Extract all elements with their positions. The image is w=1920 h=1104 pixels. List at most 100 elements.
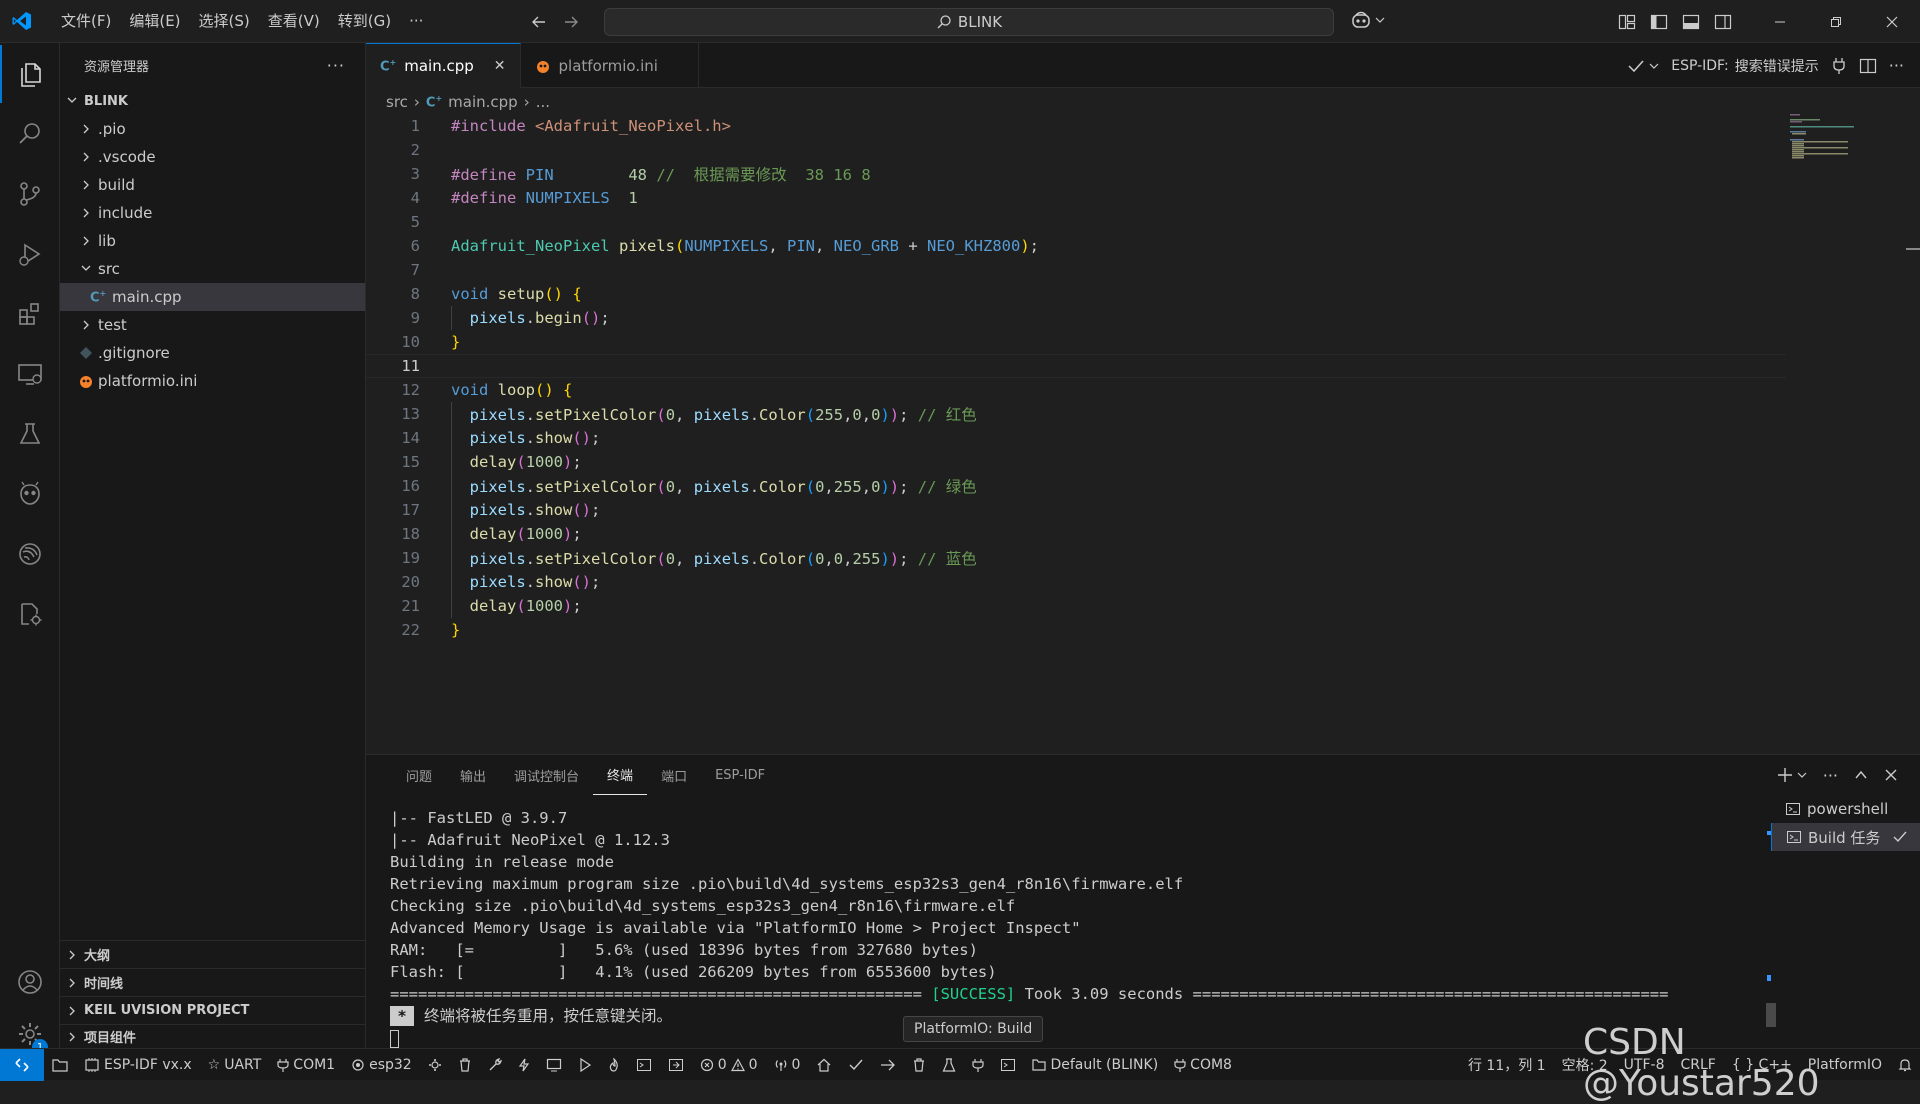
section-timeline[interactable]: 时间线 bbox=[60, 968, 365, 996]
tree-folder-vscode[interactable]: .vscode bbox=[60, 143, 365, 171]
sdk-config-button[interactable] bbox=[420, 1058, 450, 1072]
forwarded-ports[interactable]: 0 bbox=[766, 1057, 809, 1073]
debug-button[interactable] bbox=[570, 1057, 600, 1072]
toggle-panel-icon[interactable] bbox=[1682, 13, 1700, 31]
tree-file-gitignore[interactable]: .gitignore bbox=[60, 339, 365, 367]
build-flash-monitor-button[interactable] bbox=[600, 1057, 628, 1072]
close-window-button[interactable] bbox=[1864, 0, 1920, 43]
tree-folder-build[interactable]: build bbox=[60, 171, 365, 199]
full-clean-button[interactable] bbox=[450, 1057, 480, 1072]
panel-tab-output[interactable]: 输出 bbox=[446, 755, 500, 795]
section-project-components[interactable]: 项目组件 bbox=[60, 1024, 365, 1048]
platformio-terminal-button[interactable] bbox=[992, 1058, 1024, 1072]
remote-explorer-activity[interactable] bbox=[0, 345, 60, 403]
run-debug-activity[interactable] bbox=[0, 225, 60, 283]
terminal-item-build-task[interactable]: Build 任务 bbox=[1771, 823, 1920, 851]
terminal-output[interactable]: |-- FastLED @ 3.9.7 |-- Adafruit NeoPixe… bbox=[390, 807, 1920, 1049]
menu-selection[interactable]: 选择(S) bbox=[190, 0, 259, 43]
platformio-test-button[interactable] bbox=[934, 1057, 964, 1072]
customize-layout-icon[interactable] bbox=[1618, 13, 1636, 31]
com1-selector[interactable]: COM1 bbox=[269, 1057, 343, 1073]
espressif-activity[interactable] bbox=[0, 525, 60, 583]
menu-view[interactable]: 查看(V) bbox=[259, 0, 329, 43]
plug-icon[interactable] bbox=[1831, 57, 1847, 75]
panel-tab-debug-console[interactable]: 调试控制台 bbox=[500, 755, 593, 795]
toggle-secondary-sidebar-icon[interactable] bbox=[1714, 13, 1732, 31]
explorer-more-icon[interactable]: ··· bbox=[327, 56, 345, 75]
source-control-activity[interactable] bbox=[0, 165, 60, 223]
accounts-activity[interactable] bbox=[0, 953, 60, 1011]
command-center-search[interactable]: BLINK bbox=[604, 8, 1334, 36]
menu-edit[interactable]: 编辑(E) bbox=[120, 0, 189, 43]
chevron-down-icon[interactable] bbox=[1649, 61, 1659, 71]
panel-tab-problems[interactable]: 问题 bbox=[392, 755, 446, 795]
target-selector[interactable]: esp32 bbox=[343, 1057, 420, 1073]
project-environment-selector[interactable]: Default (BLINK) bbox=[1024, 1057, 1166, 1073]
checkmark-icon[interactable] bbox=[1627, 59, 1645, 73]
forward-arrow-icon[interactable] bbox=[562, 13, 580, 31]
minimap[interactable] bbox=[1790, 114, 1854, 164]
menu-goto[interactable]: 转到(G) bbox=[329, 0, 400, 43]
panel-tab-terminal[interactable]: 终端 bbox=[593, 755, 648, 795]
chevron-down-icon[interactable] bbox=[1797, 770, 1807, 780]
build-button[interactable] bbox=[480, 1057, 510, 1072]
split-editor-icon[interactable] bbox=[1859, 57, 1877, 75]
platformio-build-button[interactable] bbox=[840, 1058, 872, 1072]
platformio-serial-monitor-button[interactable] bbox=[964, 1058, 992, 1072]
token: void bbox=[451, 285, 489, 303]
tab-close-icon[interactable]: ✕ bbox=[494, 58, 506, 74]
com8-selector[interactable]: COM8 bbox=[1166, 1057, 1240, 1073]
panel-tab-esp-idf[interactable]: ESP-IDF bbox=[701, 755, 779, 795]
maximize-panel-icon[interactable] bbox=[1854, 768, 1868, 782]
minimize-button[interactable] bbox=[1752, 0, 1808, 43]
panel-more-icon[interactable]: ··· bbox=[1823, 766, 1838, 785]
search-activity[interactable] bbox=[0, 105, 60, 163]
uart-selector[interactable]: ☆ UART bbox=[200, 1057, 270, 1073]
flash-button[interactable] bbox=[510, 1058, 538, 1072]
breadcrumb-main-cpp[interactable]: main.cpp bbox=[448, 93, 518, 111]
tab-main-cpp[interactable]: C+ main.cpp ✕ bbox=[366, 43, 521, 88]
extensions-activity[interactable] bbox=[0, 285, 60, 343]
problems-indicator[interactable]: 0 0 bbox=[692, 1057, 766, 1073]
copilot-button[interactable] bbox=[1350, 10, 1385, 30]
explorer-activity[interactable] bbox=[0, 45, 60, 103]
menu-more[interactable]: ··· bbox=[400, 0, 432, 43]
open-folder-button[interactable] bbox=[44, 1058, 76, 1072]
breadcrumb-src[interactable]: src bbox=[386, 93, 408, 111]
monitor-button[interactable] bbox=[538, 1058, 570, 1072]
tree-file-main-cpp[interactable]: C+ main.cpp bbox=[60, 283, 365, 311]
platformio-home-button[interactable] bbox=[808, 1058, 840, 1072]
remote-indicator[interactable] bbox=[0, 1048, 44, 1081]
section-keil-project[interactable]: KEIL UVISION PROJECT bbox=[60, 996, 365, 1024]
tree-file-platformio-ini[interactable]: platformio.ini bbox=[60, 367, 365, 395]
testing-activity[interactable] bbox=[0, 405, 60, 463]
platformio-clean-button[interactable] bbox=[904, 1057, 934, 1072]
idf-terminal-button[interactable] bbox=[628, 1058, 660, 1072]
back-arrow-icon[interactable] bbox=[530, 13, 548, 31]
panel-tab-ports[interactable]: 端口 bbox=[647, 755, 701, 795]
breadcrumb-symbol[interactable]: ... bbox=[536, 93, 550, 111]
cursor-position[interactable]: 行 11，列 1 bbox=[1460, 1055, 1554, 1075]
workspace-root[interactable]: BLINK bbox=[60, 87, 365, 115]
restore-button[interactable] bbox=[1808, 0, 1864, 43]
execute-action-button[interactable] bbox=[660, 1058, 692, 1072]
platformio-upload-button[interactable] bbox=[872, 1058, 904, 1072]
new-terminal-plus-icon[interactable] bbox=[1777, 767, 1793, 783]
component-manager-activity[interactable] bbox=[0, 585, 60, 643]
tree-folder-pio[interactable]: .pio bbox=[60, 115, 365, 143]
code-editor[interactable]: 1 #include <Adafruit_NeoPixel.h> 2 3 #defi… bbox=[366, 114, 1920, 754]
toggle-primary-sidebar-icon[interactable] bbox=[1650, 13, 1668, 31]
esp-idf-search-error[interactable]: 搜索错误提示 bbox=[1735, 56, 1819, 76]
tree-folder-src[interactable]: src bbox=[60, 255, 365, 283]
menu-file[interactable]: 文件(F) bbox=[52, 0, 120, 43]
tree-folder-lib[interactable]: lib bbox=[60, 227, 365, 255]
tree-folder-test[interactable]: test bbox=[60, 311, 365, 339]
editor-more-icon[interactable]: ··· bbox=[1889, 56, 1904, 75]
esp-idf-version[interactable]: ESP-IDF vx.x bbox=[76, 1057, 200, 1073]
tree-folder-include[interactable]: include bbox=[60, 199, 365, 227]
close-panel-icon[interactable] bbox=[1884, 768, 1898, 782]
section-outline[interactable]: 大纲 bbox=[60, 940, 365, 968]
tab-platformio-ini[interactable]: platformio.ini bbox=[521, 43, 699, 88]
terminal-item-powershell[interactable]: powershell bbox=[1771, 795, 1920, 823]
platformio-activity[interactable] bbox=[0, 465, 60, 523]
